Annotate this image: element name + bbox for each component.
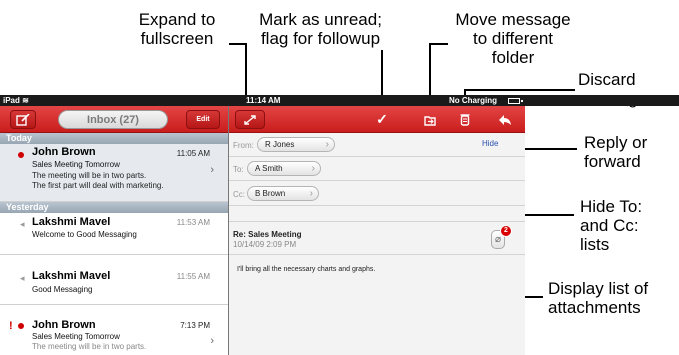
header-divider bbox=[229, 221, 525, 222]
to-address-pill[interactable]: A Smith › bbox=[247, 161, 321, 176]
compose-button[interactable] bbox=[10, 110, 36, 129]
reply-forward-button[interactable] bbox=[495, 110, 515, 129]
expand-icon bbox=[244, 114, 256, 125]
message-subject: Good Messaging bbox=[32, 285, 93, 294]
callout-expand-fullscreen: Expand to fullscreen bbox=[138, 10, 216, 48]
hide-to-cc-link[interactable]: Hide bbox=[482, 139, 498, 148]
chevron-right-icon: › bbox=[210, 164, 214, 176]
section-header-today: Today bbox=[0, 133, 228, 144]
flag-icon: ! bbox=[9, 320, 13, 332]
from-label: From: bbox=[233, 141, 254, 150]
message-time: 7:13 PM bbox=[180, 321, 210, 330]
battery-icon bbox=[508, 98, 523, 104]
reply-icon bbox=[499, 114, 511, 125]
checkmark-icon: ✓ bbox=[376, 111, 388, 127]
message-toolbar: ✓ bbox=[229, 106, 525, 133]
header-divider bbox=[229, 205, 525, 206]
message-time: 11:05 AM bbox=[176, 149, 210, 158]
sent-envelope-icon: ◂ bbox=[20, 273, 25, 283]
sender-name: Lakshmi Mavel bbox=[32, 270, 111, 282]
device-label: iPad ≋ bbox=[3, 96, 29, 105]
sender-name: John Brown bbox=[32, 146, 96, 158]
message-preview: The meeting will be in two parts. bbox=[32, 171, 147, 180]
message-time: 11:53 AM bbox=[176, 218, 210, 227]
compose-icon bbox=[16, 113, 30, 126]
message-preview: The meeting will be in two parts. bbox=[32, 342, 147, 351]
list-item[interactable]: John Brown 11:05 AM Sales Meeting Tomorr… bbox=[0, 144, 228, 202]
message-preview: The first part will deal with marketing. bbox=[32, 181, 164, 190]
from-address-pill[interactable]: R Jones › bbox=[257, 137, 335, 152]
message-subject: Welcome to Good Messaging bbox=[32, 230, 137, 239]
cc-label: Cc: bbox=[233, 190, 245, 199]
edit-button[interactable]: Edit bbox=[186, 110, 220, 129]
header-divider bbox=[229, 254, 525, 255]
to-name: A Smith bbox=[255, 164, 283, 173]
wifi-icon: ≋ bbox=[22, 96, 29, 105]
status-time: 11:14 AM bbox=[246, 96, 281, 105]
sender-name: John Brown bbox=[32, 319, 96, 331]
inbox-folder-button[interactable]: Inbox (27) bbox=[58, 110, 168, 129]
mark-unread-flag-button[interactable]: ✓ bbox=[372, 110, 392, 129]
message-subject: Sales Meeting Tomorrow bbox=[32, 332, 120, 341]
expand-fullscreen-button[interactable] bbox=[235, 110, 265, 129]
status-bar: iPad ≋ 11:14 AM No Charging bbox=[0, 95, 679, 106]
charging-status: No Charging bbox=[449, 96, 497, 105]
cc-address-pill[interactable]: B Brown › bbox=[247, 186, 319, 201]
unread-dot-icon bbox=[18, 323, 24, 329]
trash-icon bbox=[460, 114, 470, 126]
cc-name: B Brown bbox=[255, 189, 286, 198]
chevron-right-icon: › bbox=[325, 139, 329, 150]
callout-mark-unread-flag: Mark as unread; flag for followup bbox=[259, 10, 382, 48]
chevron-right-icon: › bbox=[311, 163, 315, 174]
message-subject: Sales Meeting Tomorrow bbox=[32, 160, 120, 169]
leader-expand bbox=[229, 43, 247, 95]
message-time: 11:55 AM bbox=[176, 272, 210, 281]
message-body: I'll bring all the necessary charts and … bbox=[237, 266, 376, 273]
chevron-right-icon: › bbox=[210, 335, 214, 347]
move-message-button[interactable] bbox=[420, 110, 440, 129]
move-folder-icon bbox=[424, 115, 436, 126]
list-item[interactable]: ! John Brown 7:13 PM Sales Meeting Tomor… bbox=[0, 305, 228, 355]
from-name: R Jones bbox=[265, 140, 295, 149]
list-item[interactable]: ◂ Lakshmi Mavel 11:53 AM Welcome to Good… bbox=[0, 213, 228, 255]
attachment-count-badge: 2 bbox=[500, 225, 512, 237]
header-divider bbox=[229, 156, 525, 157]
discard-message-button[interactable] bbox=[455, 110, 475, 129]
callout-move-message: Move message to different folder bbox=[455, 10, 571, 67]
unread-dot-icon bbox=[18, 152, 24, 158]
paperclip-icon: ⌀ bbox=[494, 234, 502, 245]
sent-envelope-icon: ◂ bbox=[20, 219, 25, 229]
to-label: To: bbox=[233, 165, 244, 174]
message-date: 10/14/09 2:09 PM bbox=[233, 240, 297, 249]
header-divider bbox=[229, 180, 525, 181]
leader-move bbox=[429, 43, 448, 95]
message-list: Today John Brown 11:05 AM Sales Meeting … bbox=[0, 133, 228, 355]
list-item[interactable]: ◂ Lakshmi Mavel 11:55 AM Good Messaging bbox=[0, 255, 228, 305]
sender-name: Lakshmi Mavel bbox=[32, 216, 111, 228]
message-pane: From: R Jones › Hide To: A Smith › Cc: B… bbox=[229, 133, 525, 355]
section-header-yesterday: Yesterday bbox=[0, 202, 228, 213]
ipad-screenshot: iPad ≋ 11:14 AM No Charging Inbox (27) E… bbox=[0, 95, 679, 355]
list-toolbar: Inbox (27) Edit bbox=[0, 106, 228, 133]
chevron-right-icon: › bbox=[309, 188, 313, 199]
message-subject-heading: Re: Sales Meeting bbox=[233, 230, 302, 239]
